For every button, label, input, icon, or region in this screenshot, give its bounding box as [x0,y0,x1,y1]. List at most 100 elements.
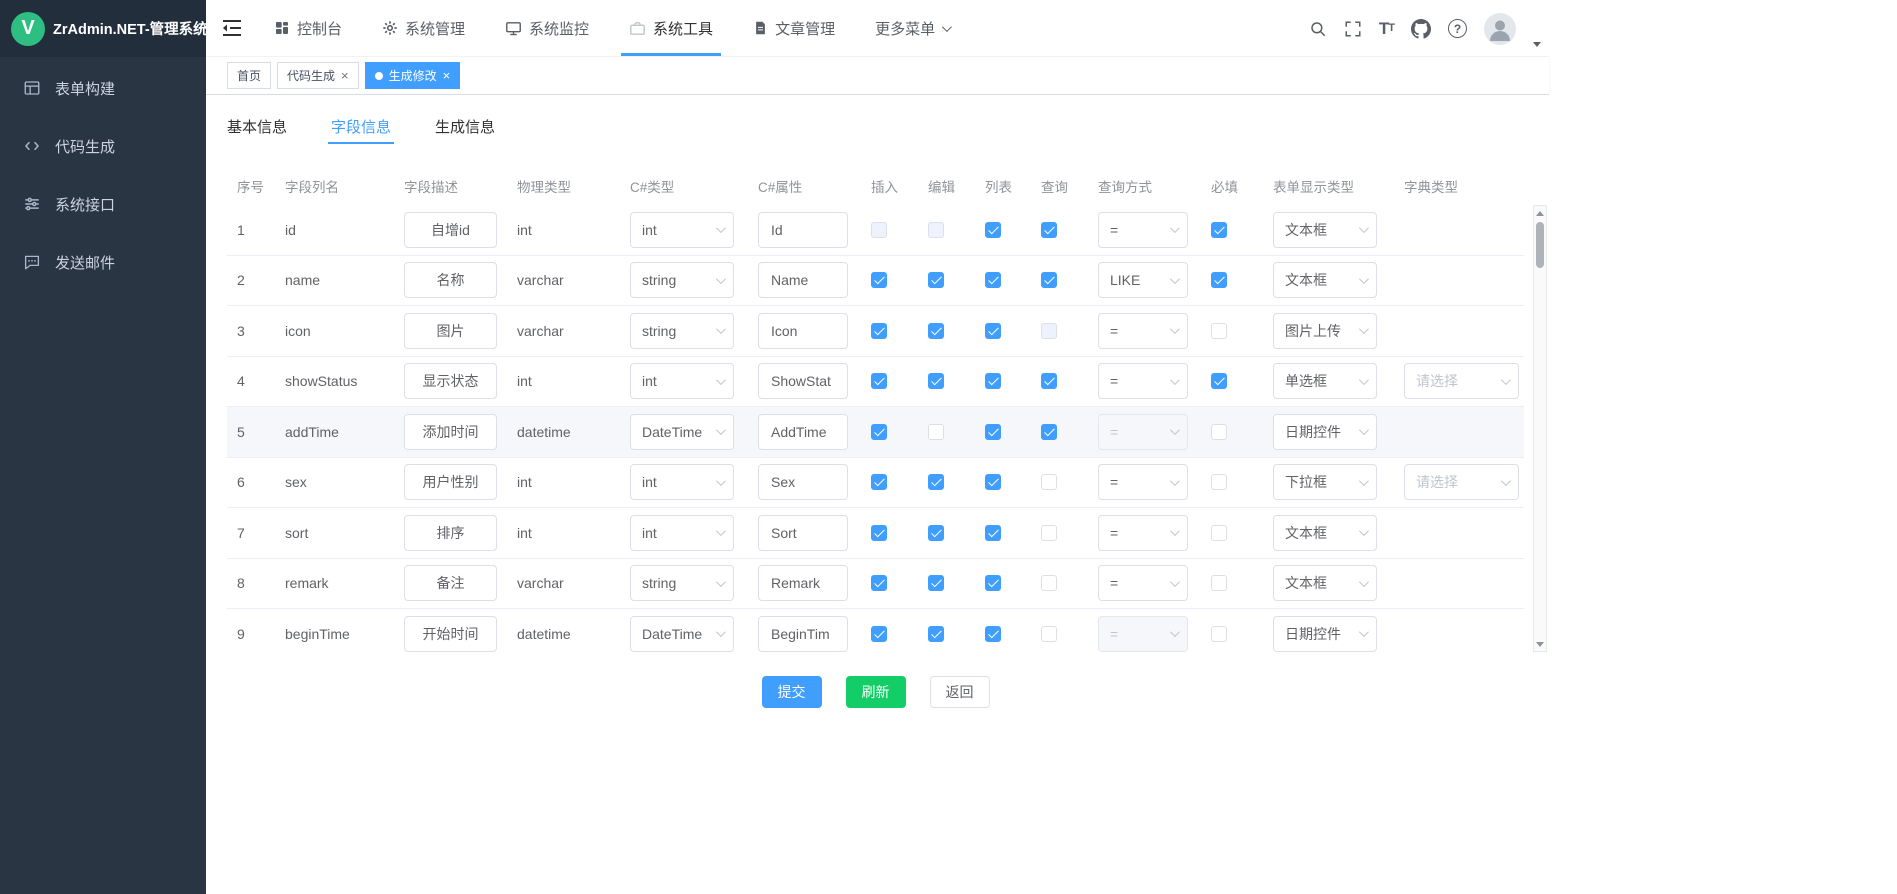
field-desc-input[interactable] [404,262,497,298]
required-checkbox[interactable] [1211,626,1227,642]
list-checkbox[interactable] [985,272,1001,288]
csprop-input[interactable] [758,313,848,349]
insert-checkbox[interactable] [871,424,887,440]
sidebar-item-form-build[interactable]: 表单构建 [0,59,206,117]
close-icon[interactable]: × [341,69,349,82]
query-checkbox[interactable] [1041,222,1057,238]
list-checkbox[interactable] [985,525,1001,541]
query-method-select[interactable]: = [1098,464,1188,500]
display-type-select[interactable]: 图片上传 [1273,313,1377,349]
display-type-select[interactable]: 日期控件 [1273,616,1377,652]
csprop-input[interactable] [758,565,848,601]
insert-checkbox[interactable] [871,474,887,490]
required-checkbox[interactable] [1211,474,1227,490]
field-desc-input[interactable] [404,565,497,601]
list-checkbox[interactable] [985,575,1001,591]
query-method-select[interactable]: = [1098,313,1188,349]
edit-checkbox[interactable] [928,272,944,288]
tab-generate-info[interactable]: 生成信息 [435,113,495,143]
field-desc-input[interactable] [404,363,497,399]
list-checkbox[interactable] [985,424,1001,440]
display-type-select[interactable]: 文本框 [1273,212,1377,248]
edit-checkbox[interactable] [928,323,944,339]
github-icon[interactable] [1411,19,1431,39]
dict-type-select[interactable]: 请选择 [1404,464,1519,500]
nav-item-article-manage[interactable]: 文章管理 [745,0,843,56]
cstype-select[interactable]: string [630,262,734,298]
csprop-input[interactable] [758,414,848,450]
avatar-dropdown-icon[interactable] [1533,42,1541,47]
field-desc-input[interactable] [404,464,497,500]
cstype-select[interactable]: int [630,212,734,248]
csprop-input[interactable] [758,363,848,399]
nav-item-system-monitor[interactable]: 系统监控 [497,0,597,56]
tag-gen-edit[interactable]: 生成修改 × [365,62,461,89]
query-method-select[interactable]: = [1098,363,1188,399]
list-checkbox[interactable] [985,373,1001,389]
csprop-input[interactable] [758,515,848,551]
collapse-sidebar-icon[interactable] [206,0,254,56]
nav-item-more-menu[interactable]: 更多菜单 [867,0,957,56]
list-checkbox[interactable] [985,222,1001,238]
query-checkbox[interactable] [1041,272,1057,288]
tag-home[interactable]: 首页 [227,62,271,89]
required-checkbox[interactable] [1211,323,1227,339]
table-scrollbar[interactable] [1533,205,1547,652]
edit-checkbox[interactable] [928,474,944,490]
field-desc-input[interactable] [404,515,497,551]
insert-checkbox[interactable] [871,323,887,339]
dict-type-select[interactable]: 请选择 [1404,363,1519,399]
field-desc-input[interactable] [404,313,497,349]
cstype-select[interactable]: int [630,515,734,551]
field-desc-input[interactable] [404,414,497,450]
sidebar-item-send-mail[interactable]: 发送邮件 [0,233,206,291]
scrollbar-thumb[interactable] [1536,222,1544,268]
search-icon[interactable] [1309,20,1327,38]
refresh-button[interactable]: 刷新 [846,676,906,708]
submit-button[interactable]: 提交 [762,676,822,708]
font-size-icon[interactable]: TT [1379,20,1394,37]
cstype-select[interactable]: string [630,313,734,349]
tag-code-gen[interactable]: 代码生成 × [277,62,359,89]
cstype-select[interactable]: int [630,363,734,399]
insert-checkbox[interactable] [871,626,887,642]
query-method-select[interactable]: = [1098,212,1188,248]
field-desc-input[interactable] [404,212,497,248]
display-type-select[interactable]: 文本框 [1273,565,1377,601]
display-type-select[interactable]: 文本框 [1273,515,1377,551]
display-type-select[interactable]: 下拉框 [1273,464,1377,500]
required-checkbox[interactable] [1211,424,1227,440]
field-desc-input[interactable] [404,616,497,652]
scroll-down-icon[interactable] [1534,637,1546,651]
cstype-select[interactable]: DateTime [630,414,734,450]
insert-checkbox[interactable] [871,272,887,288]
help-icon[interactable]: ? [1448,19,1467,38]
csprop-input[interactable] [758,616,848,652]
nav-item-system-manage[interactable]: 系统管理 [374,0,473,56]
required-checkbox[interactable] [1211,222,1227,238]
nav-item-dashboard[interactable]: 控制台 [266,0,350,56]
list-checkbox[interactable] [985,323,1001,339]
tab-field-info[interactable]: 字段信息 [331,113,391,143]
insert-checkbox[interactable] [871,525,887,541]
edit-checkbox[interactable] [928,525,944,541]
edit-checkbox[interactable] [928,424,944,440]
query-method-select[interactable]: LIKE [1098,262,1188,298]
avatar[interactable] [1484,13,1516,45]
query-checkbox[interactable] [1041,525,1057,541]
display-type-select[interactable]: 日期控件 [1273,414,1377,450]
display-type-select[interactable]: 单选框 [1273,363,1377,399]
tab-basic-info[interactable]: 基本信息 [227,113,287,143]
sidebar-item-system-api[interactable]: 系统接口 [0,175,206,233]
list-checkbox[interactable] [985,626,1001,642]
insert-checkbox[interactable] [871,373,887,389]
display-type-select[interactable]: 文本框 [1273,262,1377,298]
edit-checkbox[interactable] [928,575,944,591]
close-icon[interactable]: × [443,69,451,82]
query-checkbox[interactable] [1041,474,1057,490]
required-checkbox[interactable] [1211,373,1227,389]
edit-checkbox[interactable] [928,373,944,389]
csprop-input[interactable] [758,464,848,500]
nav-item-system-tools[interactable]: 系统工具 [621,0,721,56]
query-checkbox[interactable] [1041,626,1057,642]
